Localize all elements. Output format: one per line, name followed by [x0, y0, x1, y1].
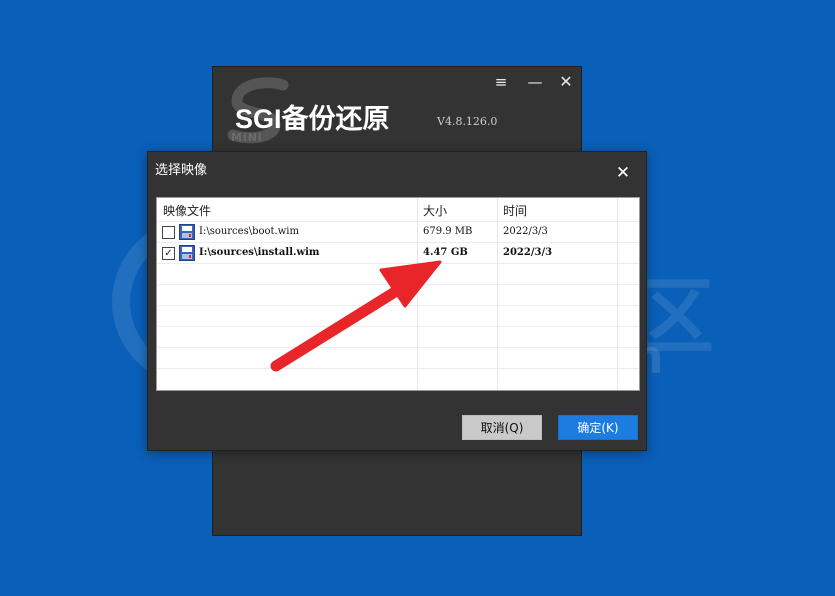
- dialog-close-button[interactable]: ✕: [610, 160, 636, 186]
- table-row[interactable]: I:\sources\boot.wim 679.9 MB 2022/3/3: [157, 222, 639, 243]
- close-button[interactable]: ✕: [552, 71, 580, 93]
- row-checkbox[interactable]: ✓: [162, 247, 175, 260]
- wim-file-icon: [179, 224, 195, 240]
- column-header-time[interactable]: 时间: [503, 202, 527, 219]
- grid-line: [157, 305, 639, 306]
- grid-line: [157, 284, 639, 285]
- grid-line: [157, 347, 639, 348]
- file-size: 679.9 MB: [423, 226, 473, 237]
- grid-line: [157, 368, 639, 369]
- file-time: 2022/3/3: [503, 226, 548, 237]
- table-row[interactable]: ✓ I:\sources\install.wim 4.47 GB 2022/3/…: [157, 243, 639, 264]
- cancel-button[interactable]: 取消(Q): [462, 415, 542, 440]
- select-image-dialog: 选择映像 ✕ 映像文件 大小 时间 I:\sources\boot.wim 67…: [147, 151, 647, 451]
- grid-line: [157, 326, 639, 327]
- ok-button[interactable]: 确定(K): [558, 415, 638, 440]
- menu-icon[interactable]: ≡: [487, 71, 515, 93]
- app-logo-mini: MiNi: [231, 131, 263, 144]
- column-header-file[interactable]: 映像文件: [163, 202, 211, 219]
- minimize-button[interactable]: —: [521, 71, 549, 93]
- row-checkbox[interactable]: [162, 226, 175, 239]
- file-time: 2022/3/3: [503, 247, 553, 258]
- app-version: V4.8.126.0: [437, 115, 498, 128]
- file-path: I:\sources\install.wim: [199, 247, 320, 258]
- dialog-title: 选择映像: [155, 163, 208, 178]
- column-header-size[interactable]: 大小: [423, 202, 447, 219]
- file-path: I:\sources\boot.wim: [199, 226, 299, 237]
- wim-file-icon: [179, 245, 195, 261]
- file-size: 4.47 GB: [423, 247, 468, 258]
- image-file-list[interactable]: 映像文件 大小 时间 I:\sources\boot.wim 679.9 MB …: [156, 197, 640, 391]
